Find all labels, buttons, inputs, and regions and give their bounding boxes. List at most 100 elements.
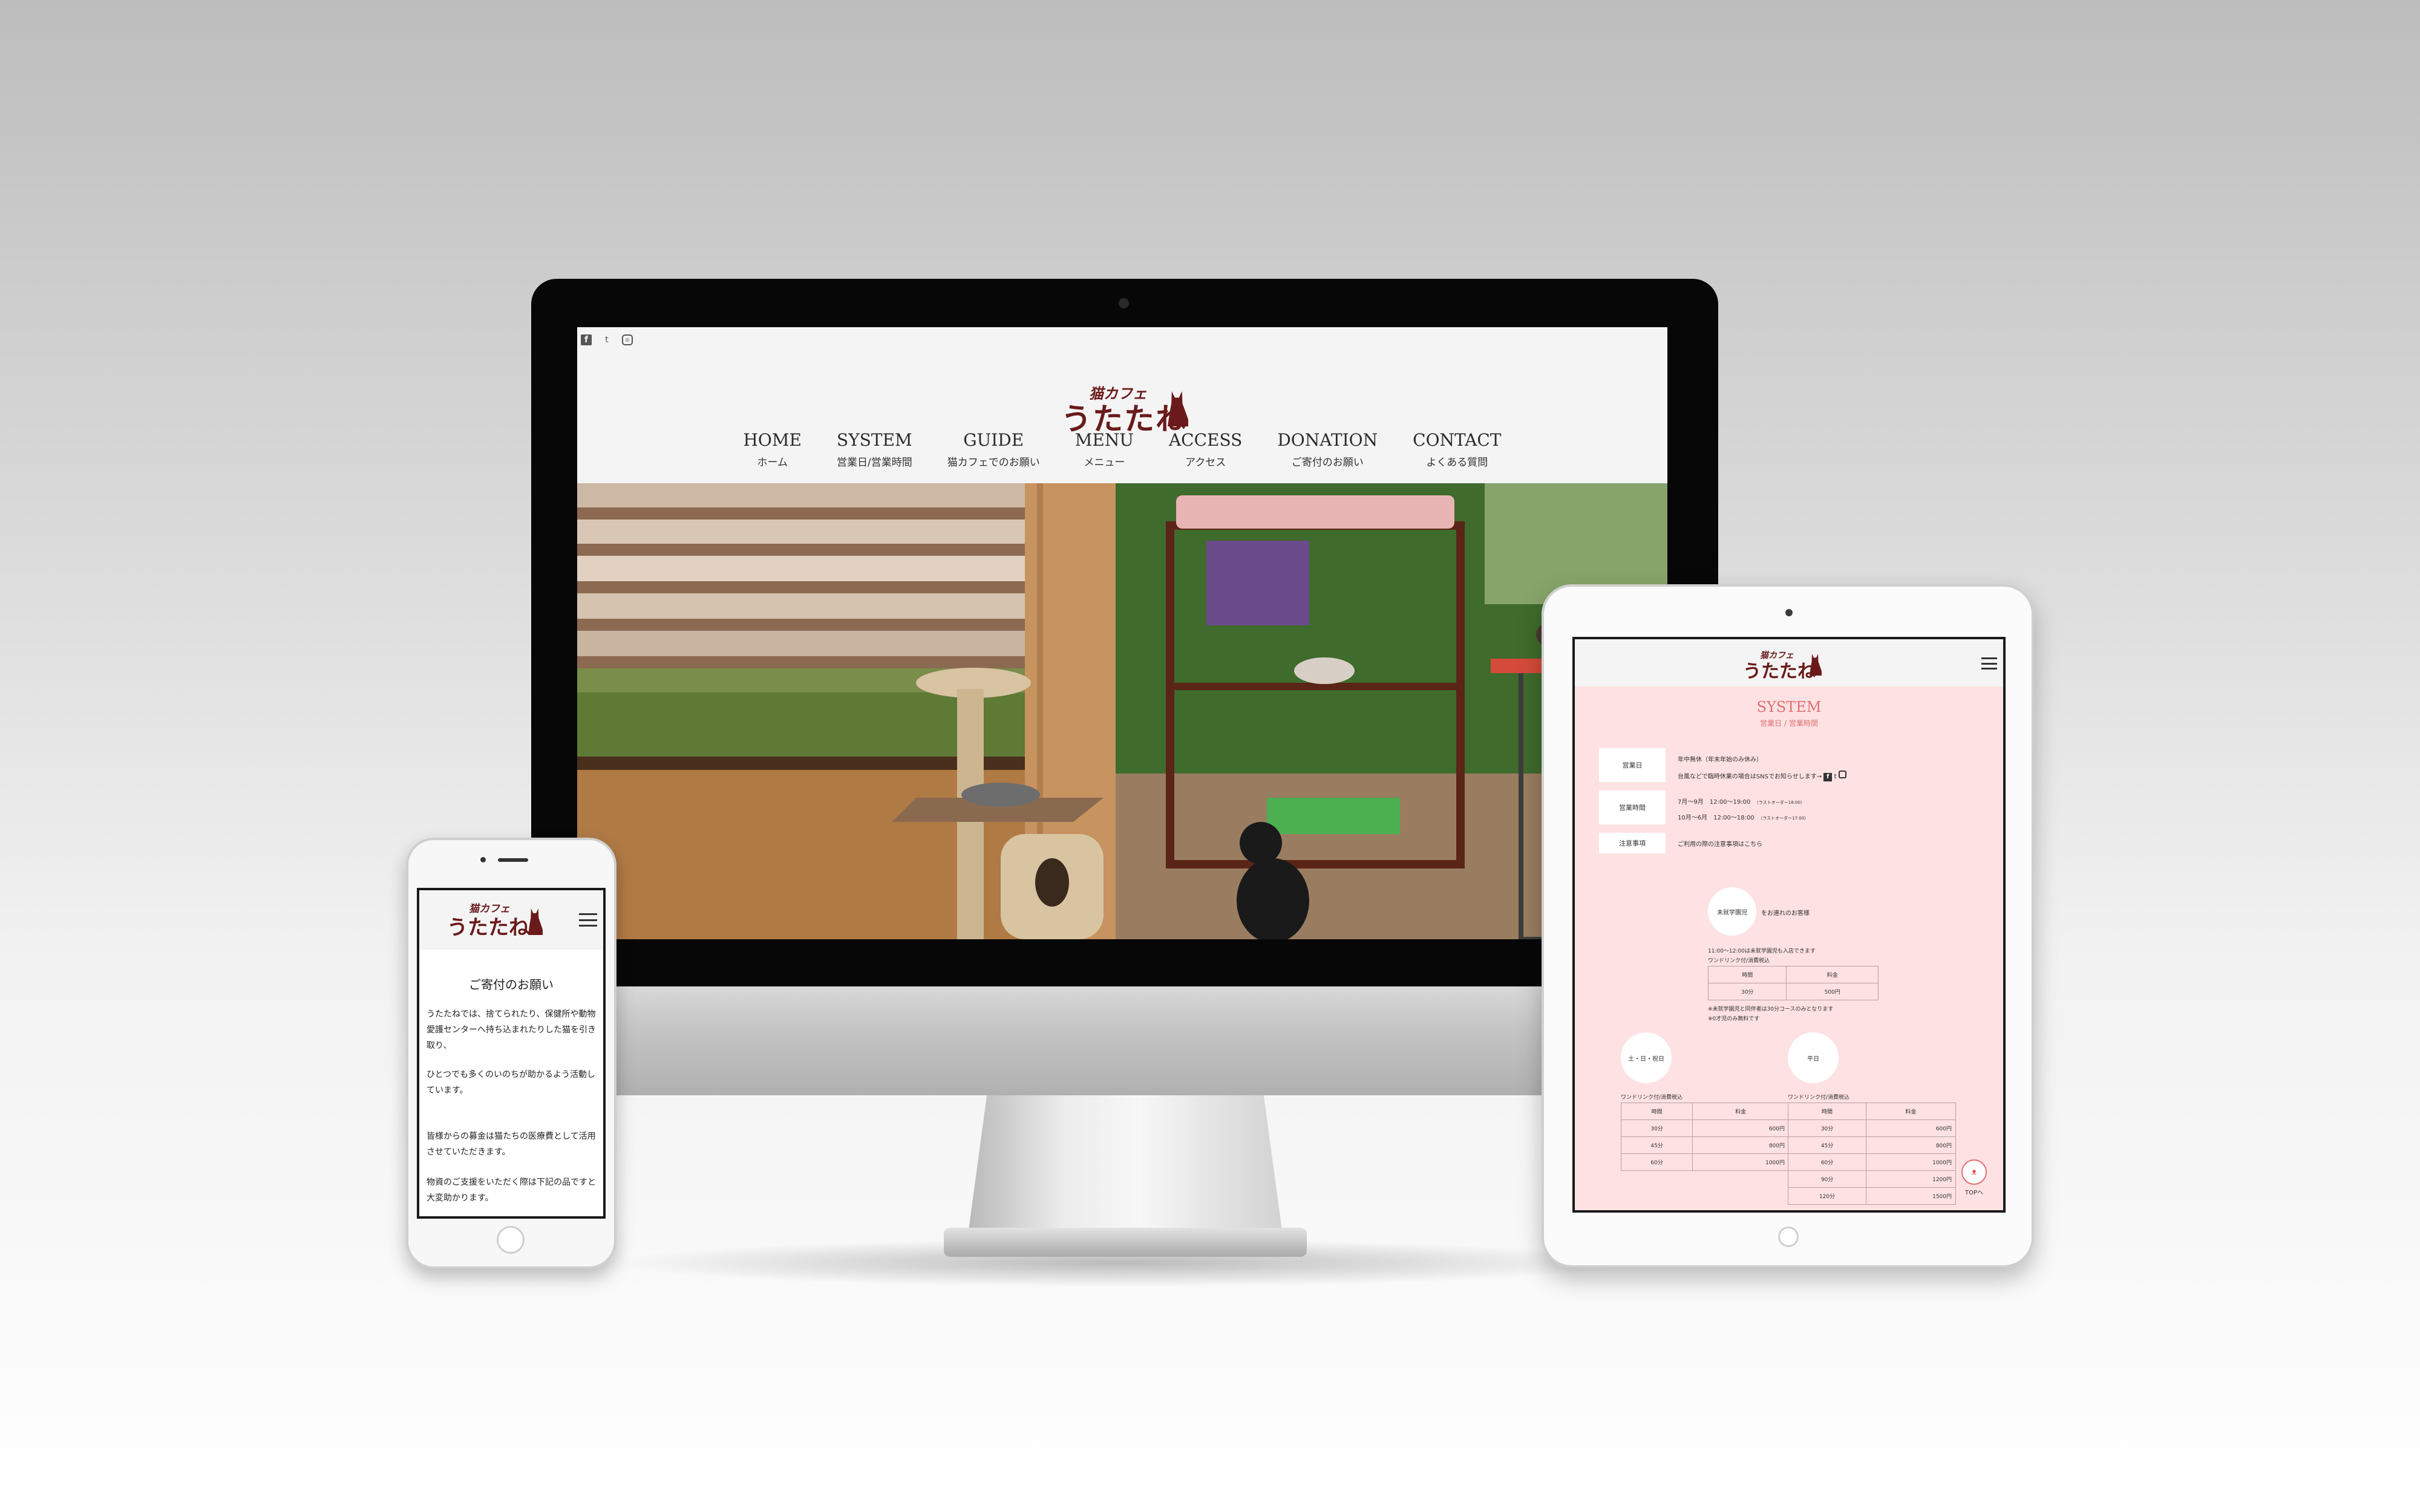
- table-row: 45分 800円: [1787, 1136, 1956, 1154]
- kids-note-1: 11:00〜12:00は未就学園児も入店できます: [1708, 948, 1816, 954]
- nav-donation-label: DONATION: [1277, 430, 1378, 450]
- tablet-header: 猫カフェ うたたね: [1575, 639, 2003, 686]
- weekday-note: ワンドリンク付/消費税込: [1788, 1095, 1850, 1101]
- table-row: 45分 800円: [1620, 1136, 1789, 1154]
- phone-home-button[interactable]: [497, 1226, 525, 1254]
- table-header-row: 時間 料金: [1620, 1103, 1789, 1120]
- nav-donation[interactable]: DONATION ご寄付のお願い: [1277, 430, 1378, 469]
- phone-logo[interactable]: 猫カフェ うたたね: [447, 900, 544, 940]
- nav-system-sub: 営業日/営業時間: [837, 457, 912, 469]
- twitter-icon[interactable]: t: [601, 334, 612, 345]
- table-cell: 1200円: [1866, 1170, 1956, 1188]
- table-cell: 60分: [1787, 1153, 1867, 1171]
- hamburger-menu-icon[interactable]: [579, 913, 597, 927]
- table-cell: 1500円: [1866, 1187, 1956, 1205]
- logo-title: うたたね: [447, 916, 529, 940]
- nav-guide[interactable]: GUIDE 猫カフェでのお願い: [947, 430, 1040, 469]
- donation-paragraph-3: 皆様からの募金は猫たちの医療費として活用させていただきます。: [427, 1132, 596, 1157]
- table-row: 120分 1500円: [1787, 1187, 1956, 1205]
- nav-home[interactable]: HOME ホーム: [744, 430, 802, 469]
- label-business-hours: 営業時間: [1599, 790, 1666, 824]
- phone-header: 猫カフェ うたたね: [419, 890, 603, 950]
- table-cell: 600円: [1866, 1119, 1956, 1137]
- instagram-icon[interactable]: ◎: [622, 334, 633, 345]
- nav-contact[interactable]: CONTACT よくある質問: [1413, 430, 1501, 469]
- nav-guide-sub: 猫カフェでのお願い: [947, 457, 1040, 469]
- business-days-line2-wrap: 台風などで臨時休業の場合はSNSでお知らせします→ f t: [1678, 771, 1847, 781]
- business-hours-line2: 10月〜6月 12:00〜18:00: [1678, 815, 1754, 821]
- business-hours-line2-wrap: 10月〜6月 12:00〜18:00 （ラストオーダー17:00）: [1678, 812, 1808, 821]
- table-cell: 120分: [1787, 1187, 1867, 1205]
- weekday-price-table: 時間 料金 30分 600円 45分 800円 60分 1000円 90分 1200円 1…: [1787, 1103, 1956, 1205]
- page-title: ご寄付のお願い: [469, 977, 554, 992]
- cat-face-icon: ᴥ: [1961, 1159, 1987, 1185]
- phone-screen: 猫カフェ うたたね ご寄付のお願い うたたねでは、捨てられたり、保健所や動物愛護…: [417, 888, 606, 1219]
- table-cell: 800円: [1866, 1136, 1956, 1154]
- nav-system[interactable]: SYSTEM 営業日/営業時間: [837, 430, 912, 469]
- site-logo[interactable]: 猫カフェ うたたね: [1061, 382, 1188, 437]
- tablet-logo[interactable]: 猫カフェ うたたね: [1743, 649, 1822, 682]
- nav-menu-label: MENU: [1074, 430, 1134, 450]
- twitter-icon[interactable]: t: [1834, 772, 1837, 780]
- desktop-screen: f t ◎ 猫カフェ うたたね HOME ホーム SYSTEM 営業日/営業時間 G…: [577, 327, 1667, 939]
- table-row: 30分 600円: [1787, 1119, 1956, 1137]
- hamburger-menu-icon[interactable]: [1981, 657, 1997, 670]
- table-header: 時間: [1787, 1103, 1867, 1120]
- notes-link[interactable]: ご利用の際の注意事項はこちら: [1678, 839, 1762, 848]
- kids-circle: 未就学園児: [1708, 887, 1756, 936]
- imac-foot: [944, 1228, 1307, 1257]
- business-days-line1: 年中無休（年末年始のみ休み）: [1678, 757, 1762, 763]
- tablet-home-button[interactable]: [1778, 1227, 1799, 1247]
- table-row: 60分 1000円: [1620, 1153, 1789, 1171]
- nav-system-label: SYSTEM: [837, 430, 912, 450]
- back-to-top-button[interactable]: ᴥ TOPへ: [1958, 1159, 1990, 1202]
- table-row: 30分 500円: [1707, 983, 1879, 1000]
- imac-stand: [968, 1095, 1283, 1234]
- cat-room-photo: [577, 483, 1667, 939]
- label-business-days: 営業日: [1599, 748, 1666, 782]
- table-row: 30分 600円: [1620, 1119, 1789, 1137]
- table-header: 時間: [1707, 966, 1787, 983]
- instagram-icon[interactable]: [1839, 771, 1847, 778]
- facebook-icon[interactable]: f: [1823, 773, 1833, 781]
- nav-access[interactable]: ACCESS アクセス: [1169, 430, 1242, 469]
- table-cell: 800円: [1692, 1136, 1789, 1154]
- nav-contact-sub: よくある質問: [1426, 457, 1488, 469]
- table-header-row: 時間 料金: [1787, 1103, 1956, 1120]
- logo-title: うたたね: [1743, 661, 1816, 682]
- imac-camera: [1119, 298, 1129, 308]
- nav-guide-label: GUIDE: [963, 430, 1024, 450]
- table-row: 90分 1200円: [1787, 1170, 1956, 1188]
- nav-menu[interactable]: MENU メニュー: [1075, 430, 1134, 469]
- nav-access-sub: アクセス: [1185, 457, 1226, 469]
- table-cell: 45分: [1787, 1136, 1867, 1154]
- main-navigation: HOME ホーム SYSTEM 営業日/営業時間 GUIDE 猫カフェでのお願い ME…: [577, 430, 1667, 469]
- business-hours-line1: 7月〜9月 12:00〜19:00: [1678, 799, 1751, 806]
- nav-donation-sub: ご寄付のお願い: [1291, 457, 1364, 469]
- weekday-circle: 平日: [1788, 1032, 1839, 1083]
- label-notes: 注意事項: [1599, 833, 1666, 853]
- desktop-social-links: f t ◎: [581, 334, 633, 345]
- phone-camera: [480, 857, 486, 862]
- kids-note-3: ※未就学園児と同伴者は30分コースのみとなります: [1708, 1006, 1834, 1012]
- nav-home-sub: ホーム: [757, 457, 788, 469]
- table-cell: 1000円: [1866, 1153, 1956, 1171]
- facebook-icon[interactable]: f: [581, 334, 592, 345]
- kids-note-4: ※0才児のみ無料です: [1708, 1016, 1760, 1022]
- table-cell: 30分: [1620, 1119, 1693, 1137]
- kids-price-table: 時間 料金 30分 500円: [1707, 966, 1879, 1000]
- business-days-line2: 台風などで臨時休業の場合はSNSでお知らせします→: [1678, 774, 1822, 780]
- weekend-circle: 土・日・祝日: [1621, 1032, 1672, 1083]
- table-row: 60分 1000円: [1787, 1153, 1956, 1171]
- hero-photo: [577, 483, 1667, 939]
- phone-speaker: [498, 858, 528, 862]
- table-cell: 45分: [1620, 1136, 1693, 1154]
- table-cell: 1000円: [1692, 1153, 1789, 1171]
- weekend-note: ワンドリンク付/消費税込: [1621, 1095, 1683, 1101]
- last-order-note1: （ラストオーダー18:00）: [1756, 800, 1805, 805]
- table-cell: 500円: [1786, 983, 1879, 1000]
- nav-home-label: HOME: [743, 430, 802, 450]
- table-header: 料金: [1866, 1103, 1956, 1120]
- table-header: 料金: [1786, 966, 1879, 983]
- imac-chin: [531, 986, 1718, 1095]
